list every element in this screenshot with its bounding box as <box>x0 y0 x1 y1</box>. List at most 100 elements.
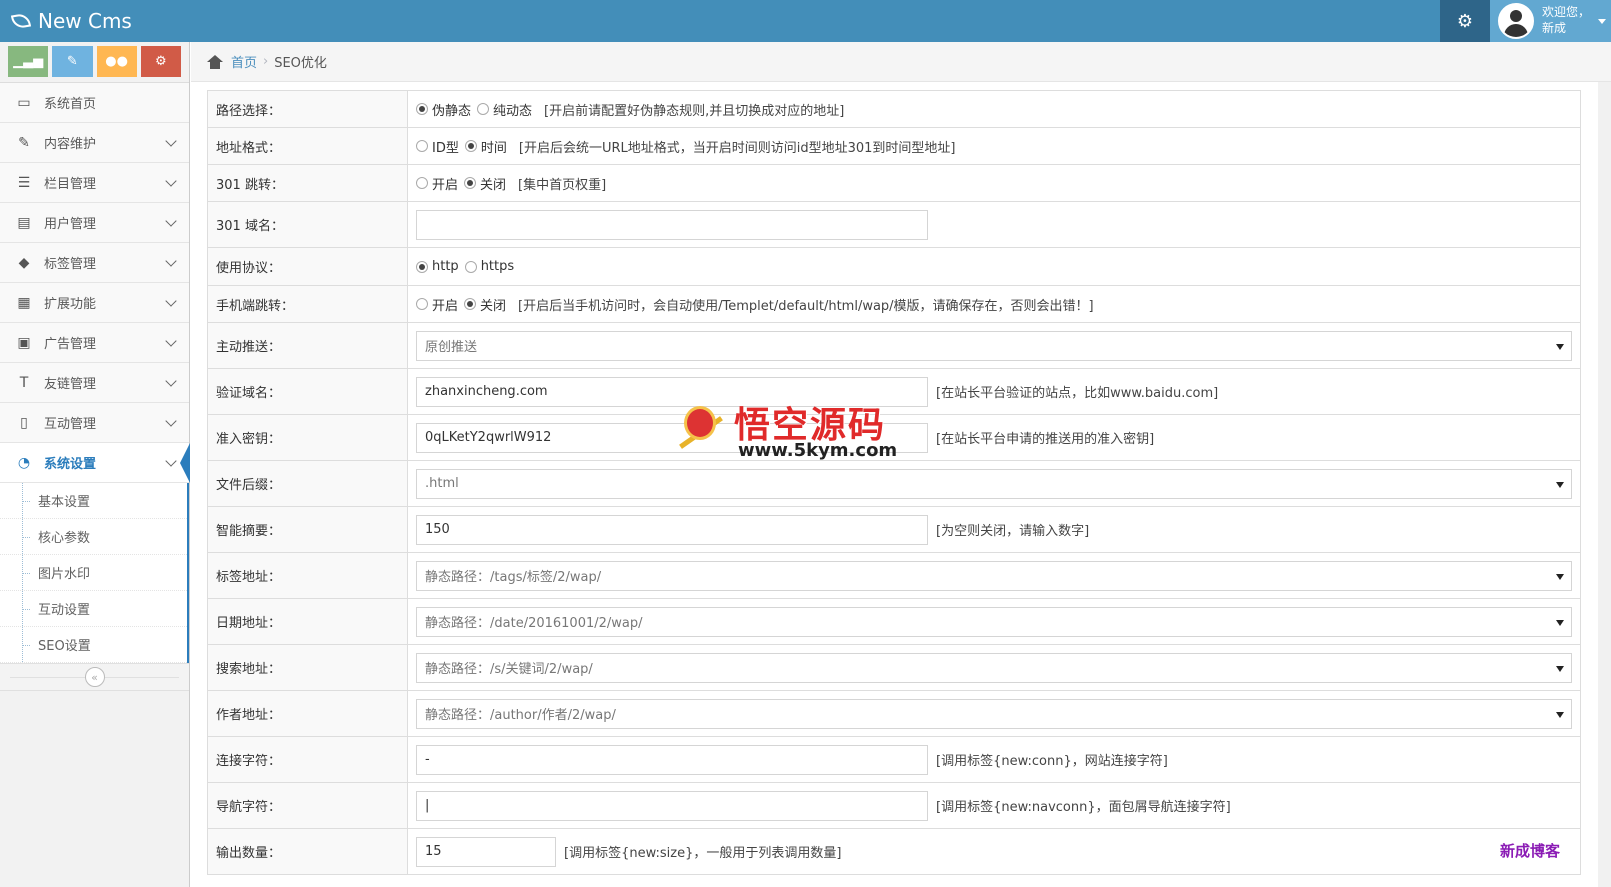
chevron-down-icon <box>165 215 177 227</box>
settings-gear-button[interactable]: ⚙ <box>1440 0 1490 42</box>
date-url-select[interactable]: 静态路径：/date/20161001/2/wap/ <box>416 606 1572 637</box>
form-row-url-format: 地址格式： ID型 时间 [开启后会统一URL地址格式，当开启时间则访问id型地… <box>207 128 1581 165</box>
sidebar-item[interactable]: ▣ 广告管理 <box>0 323 189 363</box>
field-label: 搜索地址： <box>208 645 408 690</box>
form-row-protocol: 使用协议： http https <box>207 248 1581 286</box>
corner-watermark: 新成博客 <box>1500 842 1561 860</box>
chevron-down-icon <box>165 415 177 427</box>
main-content: 路径选择： 伪静态 纯动态 [开启前请配置好伪静态规则,并且切换成对应的地址] … <box>191 82 1611 887</box>
monkey-logo-icon <box>676 400 726 458</box>
field-label: 日期地址： <box>208 599 408 644</box>
field-label: 导航字符： <box>208 783 408 828</box>
app-title: New Cms <box>38 9 132 33</box>
radio-http[interactable]: http <box>416 259 459 274</box>
sidebar-collapse-bar: « <box>0 663 189 691</box>
form-row-path-mode: 路径选择： 伪静态 纯动态 [开启前请配置好伪静态规则,并且切换成对应的地址] <box>207 91 1581 128</box>
chevron-down-icon <box>165 135 177 147</box>
sidebar-item[interactable]: T 友链管理 <box>0 363 189 403</box>
watermark-url: www.5kym.com <box>738 440 898 461</box>
breadcrumb: 首页 › SEO优化 <box>191 42 1611 82</box>
form-row-file-suffix: 文件后缀： .html <box>207 461 1581 507</box>
field-label: 路径选择： <box>208 91 408 127</box>
sidebar-item[interactable]: ◆ 标签管理 <box>0 243 189 283</box>
top-navbar: New Cms ⚙ 欢迎您， 新成 <box>0 0 1611 42</box>
radio-pseudo-static[interactable]: 伪静态 <box>416 100 471 119</box>
nav-char-input[interactable]: | <box>416 790 928 821</box>
active-push-select[interactable]: 原创推送 <box>416 330 1572 361</box>
welcome-greeting: 欢迎您， <box>1542 5 1591 19</box>
field-hint: [调用标签{new:size}，一般用于列表调用数量] <box>564 846 842 861</box>
sidebar-item[interactable]: ▯ 互动管理 <box>0 403 189 443</box>
sidebar-item-label: 标签管理 <box>44 257 97 272</box>
sidebar-item[interactable]: ▦ 扩展功能 <box>0 283 189 323</box>
chevron-down-icon <box>165 455 177 467</box>
field-label: 智能摘要： <box>208 507 408 552</box>
submenu-item[interactable]: 核心参数 <box>0 519 187 555</box>
submenu-item[interactable]: 图片水印 <box>0 555 187 591</box>
breadcrumb-home-link[interactable]: 首页 <box>231 52 257 71</box>
search-url-select[interactable]: 静态路径：/s/关键词/2/wap/ <box>416 652 1572 683</box>
user-menu[interactable]: 欢迎您， 新成 <box>1490 0 1611 42</box>
app-logo[interactable]: New Cms <box>10 6 132 36</box>
form-row-output-count: 输出数量： 15 [调用标签{new:size}，一般用于列表调用数量] <box>207 829 1581 875</box>
radio-pure-dynamic[interactable]: 纯动态 <box>477 100 532 119</box>
sidebar-item-system-settings[interactable]: ◔ 系统设置 <box>0 443 190 483</box>
radio-https[interactable]: https <box>464 259 514 274</box>
leaf-icon <box>10 12 32 30</box>
chevron-down-icon <box>1556 665 1564 672</box>
chevron-down-icon <box>1556 573 1564 580</box>
domain-301-input[interactable] <box>416 209 928 240</box>
radio-id-type[interactable]: ID型 <box>416 137 459 156</box>
desktop-icon: ▭ <box>17 94 31 111</box>
conn-char-input[interactable]: - <box>416 744 928 775</box>
output-count-input[interactable]: 15 <box>416 836 556 867</box>
breadcrumb-separator: › <box>263 54 269 69</box>
field-hint: [开启前请配置好伪静态规则,并且切换成对应的地址] <box>544 103 845 119</box>
radio-redirect-off[interactable]: 关闭 <box>464 174 506 193</box>
active-indicator <box>180 443 190 483</box>
seo-settings-form: 路径选择： 伪静态 纯动态 [开启前请配置好伪静态规则,并且切换成对应的地址] … <box>207 90 1581 875</box>
sidebar-item-label: 内容维护 <box>44 137 97 152</box>
sidebar-item-label: 栏目管理 <box>44 177 97 192</box>
sidebar-item-label: 系统设置 <box>44 457 97 472</box>
submenu-item[interactable]: 互动设置 <box>0 591 187 627</box>
radio-mobile-on[interactable]: 开启 <box>416 295 458 314</box>
radio-mobile-off[interactable]: 关闭 <box>464 295 506 314</box>
form-row-tag-url: 标签地址： 静态路径：/tags/标签/2/wap/ <box>207 553 1581 599</box>
sidebar-item-label: 系统首页 <box>44 97 97 112</box>
chevron-down-icon <box>165 335 177 347</box>
tag-url-select[interactable]: 静态路径：/tags/标签/2/wap/ <box>416 560 1572 591</box>
text-icon: T <box>19 374 29 391</box>
collapse-sidebar-button[interactable]: « <box>84 667 105 687</box>
sidebar-item[interactable]: ▤ 用户管理 <box>0 203 189 243</box>
form-row-domain-301: 301 域名： <box>207 202 1581 248</box>
caret-down-icon <box>1598 19 1606 24</box>
shortcut-settings-button[interactable]: ⚙ <box>140 46 181 77</box>
form-row-active-push: 主动推送： 原创推送 <box>207 323 1581 369</box>
shortcut-edit-button[interactable]: ✎ <box>52 46 93 77</box>
field-label: 连接字符： <box>208 737 408 782</box>
submenu-item[interactable]: SEO设置 <box>0 627 187 663</box>
field-hint: [在站长平台验证的站点，比如www.baidu.com] <box>936 386 1219 401</box>
smart-summary-input[interactable]: 150 <box>416 514 928 545</box>
submenu-item[interactable]: 基本设置 <box>0 483 187 519</box>
signal-icon: ▁▃▅ <box>13 54 44 69</box>
shortcut-users-button[interactable]: ●● <box>96 46 137 77</box>
sidebar-item[interactable]: ☰ 栏目管理 <box>0 163 189 203</box>
file-suffix-select[interactable]: .html <box>416 468 1572 499</box>
sidebar-item[interactable]: ▭ 系统首页 <box>0 83 189 123</box>
chevron-down-icon <box>1556 343 1564 350</box>
author-url-select[interactable]: 静态路径：/author/作者/2/wap/ <box>416 698 1572 729</box>
page-scrollbar[interactable] <box>1598 82 1611 887</box>
sidebar-shortcuts: ▁▃▅ ✎ ●● ⚙ <box>0 42 189 83</box>
radio-redirect-on[interactable]: 开启 <box>416 174 458 193</box>
chevron-down-icon <box>165 255 177 267</box>
field-label: 301 域名： <box>208 202 408 247</box>
field-hint: [调用标签{new:navconn}，面包屑导航连接字符] <box>936 800 1231 815</box>
sidebar-item[interactable]: ✎ 内容维护 <box>0 123 189 163</box>
radio-time-type[interactable]: 时间 <box>464 137 507 156</box>
chevron-down-icon <box>1556 481 1564 488</box>
double-chevron-left-icon: « <box>91 670 98 684</box>
form-row-author-url: 作者地址： 静态路径：/author/作者/2/wap/ <box>207 691 1581 737</box>
shortcut-stats-button[interactable]: ▁▃▅ <box>8 46 49 77</box>
